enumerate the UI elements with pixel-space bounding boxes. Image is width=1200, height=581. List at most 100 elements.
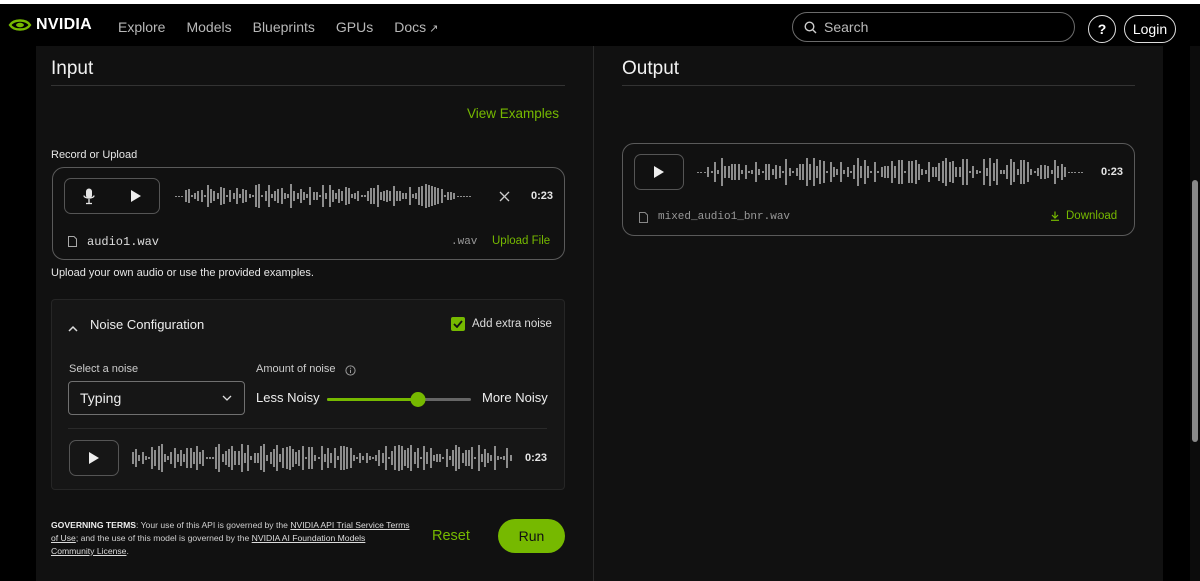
help-button[interactable]: ? (1088, 15, 1116, 43)
waveform-bar (1033, 171, 1036, 173)
nvidia-eye-icon (8, 19, 32, 31)
slider-thumb[interactable] (410, 392, 426, 407)
top-nav: NVIDIA Explore Models Blueprints GPUs Do… (0, 0, 1200, 52)
waveform-bar (731, 164, 733, 180)
waveform-bar (1013, 161, 1016, 183)
waveform-bar (251, 195, 254, 197)
noise-card-rule (68, 428, 547, 429)
waveform-bar (748, 171, 750, 173)
info-icon[interactable] (345, 363, 356, 381)
waveform-bar (255, 184, 257, 208)
waveform-bar (471, 446, 474, 470)
waveform-bar (880, 167, 883, 177)
waveform-bar (1074, 171, 1077, 173)
input-play-button[interactable] (112, 179, 159, 213)
noise-play-button[interactable] (69, 440, 119, 476)
collapse-noise-config-button[interactable] (68, 319, 78, 337)
output-duration: 0:23 (1101, 166, 1124, 178)
waveform-bar (154, 450, 157, 466)
add-extra-noise-checkbox[interactable] (451, 317, 465, 331)
file-icon (639, 212, 648, 223)
waveform-bar (389, 190, 392, 202)
waveform-bar (782, 170, 784, 174)
waveform-bar (308, 446, 310, 470)
waveform-bar (340, 445, 342, 471)
input-title-rule (51, 85, 565, 86)
nav-link-blueprints[interactable]: Blueprints (253, 19, 315, 35)
waveform-bar (277, 189, 280, 203)
nav-link-gpus[interactable]: GPUs (336, 19, 373, 35)
waveform-bar (506, 447, 509, 469)
waveform-bar (194, 193, 197, 199)
view-examples-link[interactable]: View Examples (467, 106, 559, 121)
waveform-bar (384, 445, 387, 471)
nvidia-logo[interactable]: NVIDIA (8, 16, 92, 34)
waveform-bar (897, 160, 900, 184)
waveform-bar (416, 447, 419, 469)
waveform-bar (788, 167, 791, 177)
waveform-bar (941, 161, 944, 183)
output-title: Output (622, 58, 680, 79)
login-button[interactable]: Login (1124, 15, 1176, 43)
waveform-bar (269, 452, 272, 464)
waveform-bar (338, 188, 341, 204)
waveform-bar (464, 449, 467, 467)
scrollbar-thumb[interactable] (1192, 180, 1198, 442)
output-waveform[interactable] (697, 154, 1087, 190)
waveform-bar (186, 448, 189, 468)
reset-button[interactable]: Reset (432, 528, 470, 544)
waveform-bar (394, 445, 397, 471)
waveform-bar (187, 189, 190, 203)
waveform-bar (245, 190, 248, 202)
waveform-bar (404, 449, 406, 467)
download-button[interactable]: Download (1050, 210, 1117, 222)
noise-type-select[interactable]: Typing (68, 381, 245, 415)
waveform-bar (368, 455, 371, 461)
waveform-bar (283, 192, 286, 200)
search-input[interactable] (824, 19, 1054, 35)
waveform-bar (315, 191, 318, 201)
microphone-button[interactable] (65, 179, 112, 213)
waveform-bar (352, 455, 355, 461)
play-icon (89, 452, 99, 464)
waveform-bar (958, 166, 961, 178)
waveform-bar (314, 454, 317, 462)
input-waveform[interactable] (175, 178, 475, 214)
run-button[interactable]: Run (498, 519, 565, 553)
noise-waveform[interactable] (132, 440, 514, 476)
nav-link-models[interactable]: Models (186, 19, 231, 35)
waveform-bar (304, 456, 307, 460)
waveform-bar (431, 185, 433, 207)
nav-link-docs[interactable]: Docs ↗ (394, 19, 438, 35)
upload-file-button[interactable]: Upload File (492, 235, 550, 247)
waveform-bar (700, 171, 703, 173)
waveform-bar (347, 188, 350, 204)
waveform-bar (989, 158, 992, 186)
waveform-bar (375, 455, 378, 461)
waveform-bar (778, 165, 781, 179)
waveform-bar (213, 191, 216, 201)
waveform-bar (724, 166, 727, 178)
waveform-bar (331, 190, 334, 202)
download-label: Download (1066, 210, 1118, 222)
waveform-bar (717, 170, 720, 174)
nav-link-explore[interactable]: Explore (118, 19, 165, 35)
add-extra-noise-label: Add extra noise (472, 318, 552, 330)
waveform-bar (503, 455, 506, 461)
output-play-button[interactable] (634, 154, 684, 190)
waveform-bar (424, 184, 427, 208)
waveform-bar (258, 184, 261, 208)
waveform-bar (397, 444, 400, 472)
waveform-bar (400, 445, 403, 471)
microphone-icon (82, 188, 95, 204)
waveform-bar (924, 169, 927, 175)
noise-amount-slider[interactable] (327, 392, 471, 407)
waveform-bar (242, 189, 245, 203)
clear-audio-button[interactable] (499, 189, 510, 207)
waveform-bar (336, 456, 339, 460)
waveform-bar (928, 161, 931, 183)
waveform-bar (247, 444, 250, 472)
waveform-bar (244, 453, 246, 463)
search-box[interactable] (792, 12, 1075, 42)
less-noisy-label: Less Noisy (256, 390, 320, 405)
